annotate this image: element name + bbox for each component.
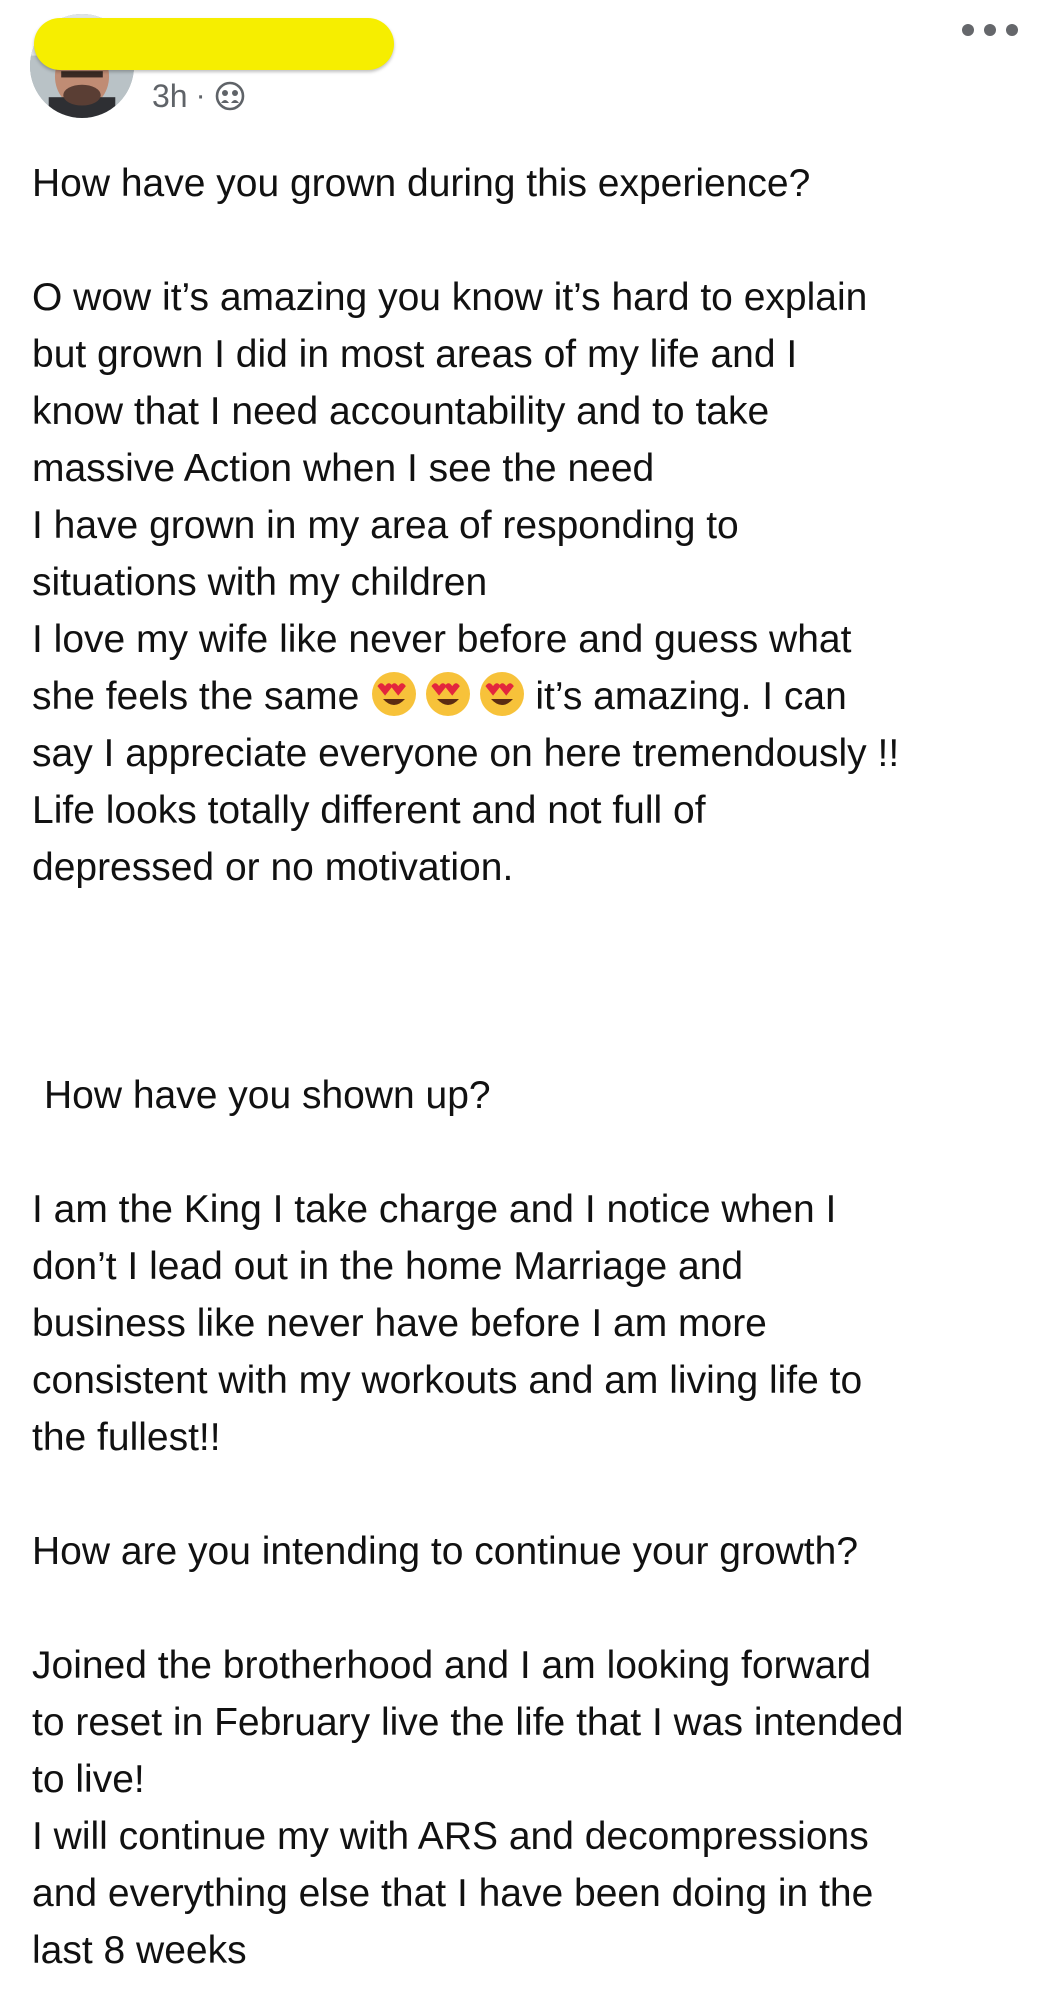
answer-1-line: say I appreciate everyone on here tremen… bbox=[32, 732, 900, 775]
question-2: How have you shown up? bbox=[44, 1074, 491, 1117]
answer-1-line: I have grown in my area of responding to bbox=[32, 504, 739, 547]
answer-2-line: the fullest!! bbox=[32, 1416, 221, 1459]
more-dot bbox=[984, 24, 996, 36]
name-redaction bbox=[34, 18, 394, 70]
answer-1-line: Life looks totally different and not ful… bbox=[32, 789, 706, 832]
answer-2-line: business like never have before I am mor… bbox=[32, 1302, 767, 1345]
answer-1-line: know that I need accountability and to t… bbox=[32, 390, 770, 433]
answer-1-line: O wow it’s amazing you know it’s hard to… bbox=[32, 276, 868, 319]
answer-1-text-before-emoji: she feels the same bbox=[32, 675, 360, 718]
emoji-group bbox=[369, 669, 527, 719]
meta-separator: · bbox=[195, 79, 206, 112]
post-time[interactable]: 3h bbox=[152, 78, 188, 115]
more-options-button[interactable] bbox=[962, 12, 1018, 48]
answer-1-text-after-emoji: it’s amazing. I can bbox=[535, 675, 847, 718]
answer-1-line: depressed or no motivation. bbox=[32, 846, 514, 889]
group-icon[interactable] bbox=[214, 80, 246, 112]
answer-1-line: but grown I did in most areas of my life… bbox=[32, 333, 798, 376]
question-1: How have you grown during this experienc… bbox=[32, 162, 811, 205]
more-dot bbox=[962, 24, 974, 36]
answer-1-line: situations with my children bbox=[32, 561, 488, 604]
answer-1-line: I love my wife like never before and gue… bbox=[32, 618, 852, 661]
answer-1-line: massive Action when I see the need bbox=[32, 447, 655, 490]
heart-eyes-emoji bbox=[426, 672, 471, 716]
answer-2-line: I am the King I take charge and I notice… bbox=[32, 1188, 837, 1231]
question-3: How are you intending to continue your g… bbox=[32, 1530, 859, 1573]
answer-1-emoji-line: she feels the same it’s amazing. I can bbox=[32, 668, 1032, 725]
answer-3-line: to reset in February live the life that … bbox=[32, 1701, 904, 1744]
answer-2-line: don’t I lead out in the home Marriage an… bbox=[32, 1245, 744, 1288]
answer-3-line: Joined the brotherhood and I am looking … bbox=[32, 1644, 872, 1687]
answer-3-line: and everything else that I have been doi… bbox=[32, 1872, 874, 1915]
post-header: 3h · bbox=[0, 0, 1054, 130]
answer-3-line: to live! bbox=[32, 1758, 145, 1801]
answer-2-line: consistent with my workouts and am livin… bbox=[32, 1359, 863, 1402]
more-dot bbox=[1006, 24, 1018, 36]
answer-3-line: I will continue my with ARS and decompre… bbox=[32, 1815, 869, 1858]
heart-eyes-emoji bbox=[372, 672, 417, 716]
answer-3-line: last 8 weeks bbox=[32, 1929, 247, 1972]
post-body: How have you grown during this experienc… bbox=[32, 155, 1032, 1979]
heart-eyes-emoji bbox=[480, 672, 525, 716]
post-meta: 3h · bbox=[152, 76, 246, 116]
